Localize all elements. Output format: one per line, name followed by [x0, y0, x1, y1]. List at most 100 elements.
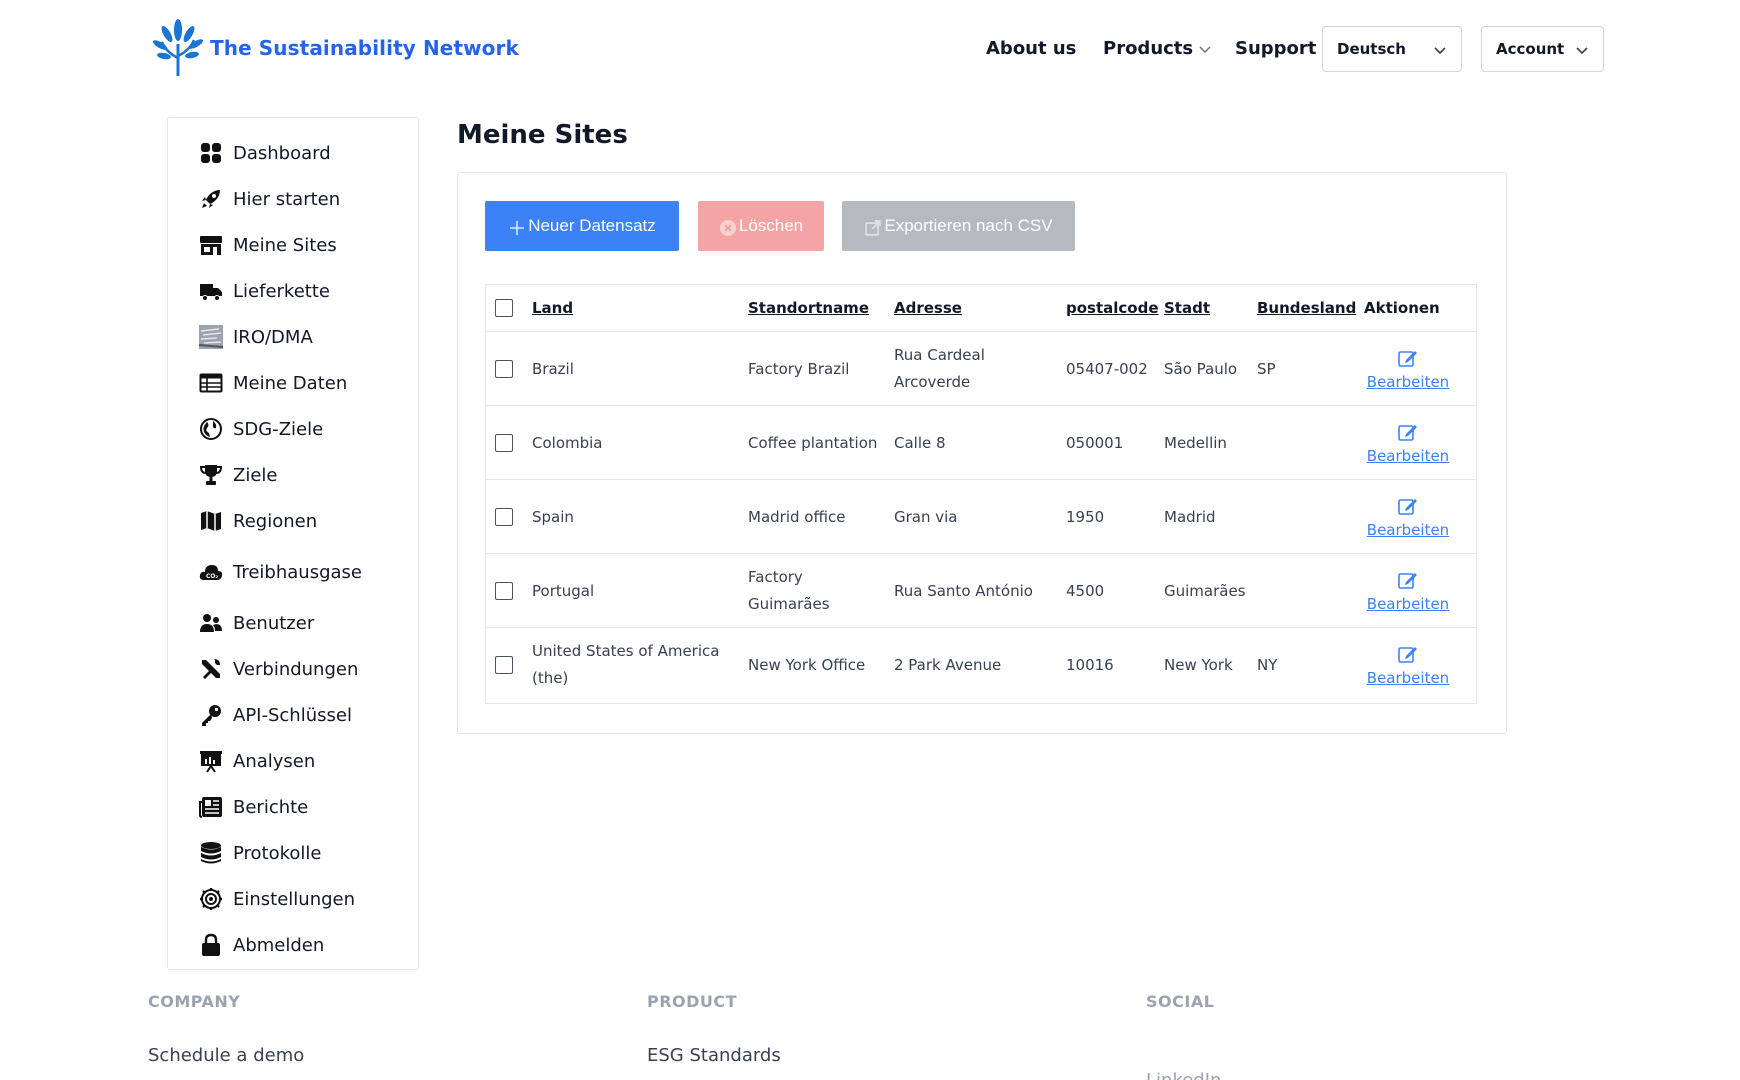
- sidebar-item-hier-starten[interactable]: Hier starten: [198, 183, 340, 215]
- sidebar-item-label: Analysen: [233, 750, 316, 772]
- sidebar-item-api-schluessel[interactable]: API-Schlüssel: [198, 699, 352, 731]
- edit-action[interactable]: Bearbeiten: [1363, 332, 1453, 406]
- account-menu-label: Account: [1496, 40, 1565, 58]
- nav-products-label: Products: [1103, 38, 1194, 59]
- row-checkbox[interactable]: [495, 508, 513, 526]
- column-header-stadt[interactable]: Stadt: [1164, 285, 1210, 331]
- external-link-icon: [865, 219, 882, 236]
- sidebar-item-dashboard[interactable]: Dashboard: [198, 137, 331, 169]
- svg-text:CO₂: CO₂: [206, 573, 219, 580]
- sites-panel: Neuer Datensatz Löschen Exportieren nach…: [457, 172, 1507, 734]
- nav-products[interactable]: Products: [1103, 38, 1211, 59]
- sidebar-item-meine-daten[interactable]: Meine Daten: [198, 367, 347, 399]
- cell-standortname: Factory Brazil: [748, 359, 850, 378]
- edit-action[interactable]: Bearbeiten: [1363, 480, 1453, 554]
- row-checkbox[interactable]: [495, 656, 513, 674]
- chart-board-icon: [198, 748, 224, 774]
- sidebar-item-verbindungen[interactable]: Verbindungen: [198, 653, 358, 685]
- edit-icon: [1398, 499, 1417, 515]
- edit-link[interactable]: Bearbeiten: [1367, 669, 1449, 687]
- cell-adresse: 2 Park Avenue: [894, 655, 1002, 674]
- top-nav: About us Products Support Deutsch Accoun…: [0, 26, 1740, 72]
- sites-table: Land Standortname Adresse postalcode Sta…: [485, 284, 1477, 704]
- footer-link-schedule-demo[interactable]: Schedule a demo: [148, 1045, 304, 1066]
- column-header-land[interactable]: Land: [532, 285, 573, 331]
- cell-adresse: Gran via: [894, 507, 958, 526]
- sidebar-item-label: API-Schlüssel: [233, 704, 352, 726]
- sidebar-item-label: Lieferkette: [233, 280, 330, 302]
- sidebar-item-ziele[interactable]: Ziele: [198, 459, 277, 491]
- footer-product-heading: PRODUCT: [647, 992, 738, 1011]
- sidebar-item-label: Meine Sites: [233, 234, 337, 256]
- cell-bundesland: [1257, 480, 1347, 554]
- cell-stadt: Medellin: [1164, 433, 1227, 452]
- tools-icon: [198, 656, 224, 682]
- sidebar-item-regionen[interactable]: Regionen: [198, 505, 317, 537]
- chevron-down-icon: [1199, 45, 1211, 53]
- sidebar-item-protokolle[interactable]: Protokolle: [198, 837, 322, 869]
- edit-link[interactable]: Bearbeiten: [1367, 447, 1449, 465]
- footer-social-heading: SOCIAL: [1146, 992, 1215, 1011]
- table-row: Spain Madrid office Gran via 1950 Madrid…: [486, 479, 1476, 553]
- sidebar-item-label: Benutzer: [233, 612, 315, 634]
- cell-stadt: New York: [1164, 655, 1233, 674]
- column-header-standortname[interactable]: Standortname: [748, 285, 869, 331]
- sidebar-item-label: Regionen: [233, 510, 318, 532]
- footer-link-linkedin[interactable]: LinkedIn: [1146, 1070, 1221, 1080]
- table-row: Brazil Factory Brazil Rua Cardeal Arcove…: [486, 331, 1476, 405]
- sidebar-item-iro-dma[interactable]: IRO/DMA: [198, 321, 313, 353]
- new-record-label: Neuer Datensatz: [528, 216, 656, 235]
- cell-land: United States of America (the): [532, 642, 720, 687]
- table-icon: [198, 370, 224, 396]
- edit-link[interactable]: Bearbeiten: [1367, 373, 1449, 391]
- column-header-bundesland[interactable]: Bundesland: [1257, 285, 1356, 331]
- footer-link-esg-standards[interactable]: ESG Standards: [647, 1045, 781, 1066]
- row-checkbox[interactable]: [495, 360, 513, 378]
- sidebar-item-lieferkette[interactable]: Lieferkette: [198, 275, 330, 307]
- select-all-checkbox[interactable]: [495, 299, 513, 317]
- sidebar-item-berichte[interactable]: Berichte: [198, 791, 308, 823]
- footer-company-heading: COMPANY: [148, 992, 241, 1011]
- row-checkbox[interactable]: [495, 434, 513, 452]
- new-record-button[interactable]: Neuer Datensatz: [485, 201, 679, 251]
- nav-support[interactable]: Support: [1235, 38, 1316, 59]
- nav-about-us[interactable]: About us: [986, 38, 1076, 59]
- sidebar-item-benutzer[interactable]: Benutzer: [198, 607, 314, 639]
- sidebar-item-label: Ziele: [233, 464, 278, 486]
- edit-link[interactable]: Bearbeiten: [1367, 521, 1449, 539]
- column-header-postalcode[interactable]: postalcode: [1066, 285, 1159, 331]
- sidebar-item-meine-sites[interactable]: Meine Sites: [198, 229, 337, 261]
- cell-stadt: Guimarães: [1164, 581, 1246, 600]
- sidebar-item-analysen[interactable]: Analysen: [198, 745, 315, 777]
- sidebar-item-label: Protokolle: [233, 842, 322, 864]
- edit-link[interactable]: Bearbeiten: [1367, 595, 1449, 613]
- edit-action[interactable]: Bearbeiten: [1363, 628, 1453, 702]
- language-select[interactable]: Deutsch: [1322, 26, 1462, 72]
- delete-label: Löschen: [738, 216, 804, 235]
- cell-postalcode: 05407-002: [1066, 359, 1148, 378]
- edit-action[interactable]: Bearbeiten: [1363, 554, 1453, 628]
- rocket-icon: [198, 186, 224, 212]
- sidebar-item-einstellungen[interactable]: Einstellungen: [198, 883, 355, 915]
- sidebar: Dashboard Hier starten Meine Sites Liefe…: [167, 117, 419, 970]
- sidebar-item-treibhausgase[interactable]: CO₂ Treibhausgase: [198, 556, 362, 588]
- cell-stadt: Madrid: [1164, 507, 1216, 526]
- edit-action[interactable]: Bearbeiten: [1363, 406, 1453, 480]
- truck-icon: [198, 278, 224, 304]
- cell-adresse: Rua Cardeal Arcoverde: [894, 346, 985, 391]
- export-csv-button[interactable]: Exportieren nach CSV: [842, 201, 1075, 251]
- cell-stadt: São Paulo: [1164, 359, 1238, 378]
- cell-bundesland: SP: [1257, 359, 1276, 378]
- sidebar-item-abmelden[interactable]: Abmelden: [198, 929, 324, 961]
- row-checkbox[interactable]: [495, 582, 513, 600]
- delete-button[interactable]: Löschen: [698, 201, 824, 251]
- globe-icon: [198, 416, 224, 442]
- column-header-adresse[interactable]: Adresse: [894, 285, 962, 331]
- cell-land: Brazil: [532, 359, 574, 378]
- cell-bundesland: NY: [1257, 655, 1278, 674]
- sidebar-item-label: Einstellungen: [233, 888, 356, 910]
- trophy-icon: [198, 462, 224, 488]
- account-menu[interactable]: Account: [1481, 26, 1604, 72]
- sidebar-item-sdg-ziele[interactable]: SDG-Ziele: [198, 413, 323, 445]
- table-row: Colombia Coffee plantation Calle 8 05000…: [486, 405, 1476, 479]
